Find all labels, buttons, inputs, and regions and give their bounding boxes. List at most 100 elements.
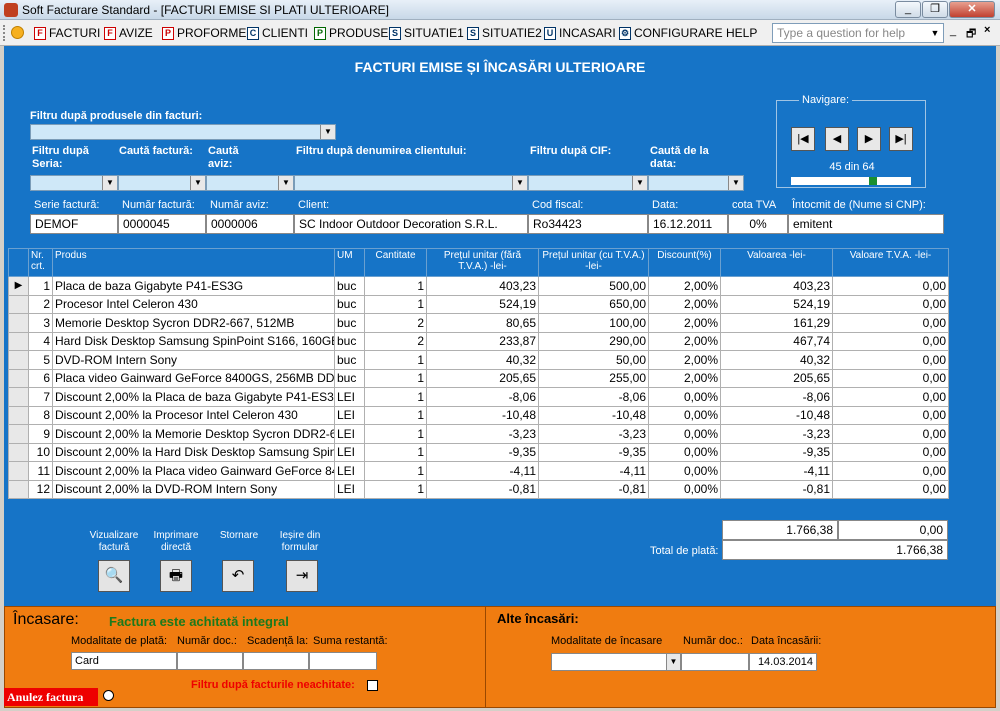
table-cell[interactable]: Discount 2,00% la Placa video Gainward G… bbox=[52, 461, 335, 481]
chevron-down-icon[interactable]: ▼ bbox=[512, 176, 527, 190]
table-cell[interactable]: 0,00 bbox=[832, 331, 949, 351]
table-cell[interactable]: 0,00% bbox=[648, 479, 721, 499]
menu-item-configurare[interactable]: ⚙ CONFIGURARE bbox=[619, 26, 723, 40]
table-cell[interactable]: 0,00 bbox=[832, 387, 949, 407]
table-row[interactable]: 5 DVD-ROM Intern Sony buc 1 40,32 50,00 2,00% 4… bbox=[8, 350, 949, 370]
table-cell[interactable]: 0,00 bbox=[832, 479, 949, 499]
menu-item-avize[interactable]: F AVIZE bbox=[104, 26, 153, 40]
date-field[interactable]: 16.12.2011 bbox=[648, 214, 728, 234]
table-cell[interactable]: 0,00% bbox=[648, 387, 721, 407]
table-cell[interactable]: buc bbox=[334, 368, 365, 388]
chevron-down-icon[interactable]: ▼ bbox=[728, 176, 743, 190]
table-cell[interactable]: 0,00 bbox=[832, 313, 949, 333]
filter-products-combo[interactable]: ▼ bbox=[30, 124, 336, 140]
table-cell[interactable]: -8,06 bbox=[538, 387, 649, 407]
table-cell[interactable]: 1 bbox=[28, 276, 53, 296]
table-cell[interactable]: Discount 2,00% la Hard Disk Desktop Sams… bbox=[52, 442, 335, 462]
table-cell[interactable]: 0,00 bbox=[832, 442, 949, 462]
table-cell[interactable]: 2 bbox=[364, 313, 427, 333]
due-field[interactable] bbox=[243, 652, 309, 670]
table-cell[interactable]: -9,35 bbox=[538, 442, 649, 462]
row-selector[interactable] bbox=[8, 387, 29, 407]
table-row[interactable]: 8 Discount 2,00% la Procesor Intel Celero… bbox=[8, 405, 949, 425]
menu-item-help[interactable]: HELP bbox=[726, 26, 757, 40]
table-cell[interactable]: 0,00 bbox=[832, 461, 949, 481]
table-cell[interactable]: 2,00% bbox=[648, 350, 721, 370]
row-selector[interactable] bbox=[8, 479, 29, 499]
table-cell[interactable]: 40,32 bbox=[720, 350, 833, 370]
table-cell[interactable]: LEI bbox=[334, 479, 365, 499]
table-cell[interactable]: 524,19 bbox=[426, 294, 539, 314]
table-row[interactable]: 6 Placa video Gainward GeForce 8400GS, 25… bbox=[8, 368, 949, 388]
table-cell[interactable]: 1 bbox=[364, 442, 427, 462]
table-cell[interactable]: 1 bbox=[364, 276, 427, 296]
table-cell[interactable]: 1 bbox=[364, 405, 427, 425]
table-cell[interactable]: buc bbox=[334, 350, 365, 370]
mdi-restore-button[interactable]: 🗗 bbox=[966, 25, 976, 44]
storno-button[interactable]: ↶ bbox=[222, 560, 254, 592]
filter-cif-combo[interactable]: ▼ bbox=[528, 175, 648, 191]
table-cell[interactable]: 10 bbox=[28, 442, 53, 462]
table-cell[interactable]: -0,81 bbox=[426, 479, 539, 499]
table-cell[interactable]: 1 bbox=[364, 294, 427, 314]
table-cell[interactable]: -10,48 bbox=[426, 405, 539, 425]
row-selector[interactable] bbox=[8, 442, 29, 462]
menu-item-incasari[interactable]: U INCASARI bbox=[544, 26, 616, 40]
table-cell[interactable]: Discount 2,00% la Memorie Desktop Sycron… bbox=[52, 424, 335, 444]
table-cell[interactable]: 4 bbox=[28, 331, 53, 351]
other-doc-field[interactable] bbox=[681, 653, 749, 671]
table-cell[interactable]: 12 bbox=[28, 479, 53, 499]
search-date-combo[interactable]: ▼ bbox=[648, 175, 744, 191]
menu-item-situatie1[interactable]: S SITUATIE1 bbox=[389, 26, 464, 40]
record-scrollbar[interactable] bbox=[791, 177, 911, 185]
search-invoice-combo[interactable]: ▼ bbox=[118, 175, 206, 191]
table-cell[interactable]: Procesor Intel Celeron 430 bbox=[52, 294, 335, 314]
table-cell[interactable]: 1 bbox=[364, 461, 427, 481]
table-cell[interactable]: 1 bbox=[364, 479, 427, 499]
chevron-down-icon[interactable]: ▼ bbox=[190, 176, 205, 190]
doc-field[interactable] bbox=[177, 652, 243, 670]
table-cell[interactable]: -3,23 bbox=[538, 424, 649, 444]
print-direct-button[interactable]: 🖶 bbox=[160, 560, 192, 592]
table-cell[interactable]: 2,00% bbox=[648, 276, 721, 296]
previous-record-button[interactable]: ◀ bbox=[825, 127, 849, 151]
row-selector[interactable] bbox=[8, 461, 29, 481]
table-cell[interactable]: buc bbox=[334, 331, 365, 351]
filter-series-combo[interactable]: ▼ bbox=[30, 175, 118, 191]
table-cell[interactable]: 0,00 bbox=[832, 294, 949, 314]
table-cell[interactable]: -8,06 bbox=[426, 387, 539, 407]
table-cell[interactable]: -4,11 bbox=[426, 461, 539, 481]
table-row[interactable]: 4 Hard Disk Desktop Samsung SpinPoint S16… bbox=[8, 331, 949, 351]
table-cell[interactable]: 161,29 bbox=[720, 313, 833, 333]
table-cell[interactable]: 403,23 bbox=[426, 276, 539, 296]
table-row[interactable]: ▶ 1 Placa de baza Gigabyte P41-ES3G buc 1 403… bbox=[8, 276, 949, 296]
cancel-radio[interactable] bbox=[103, 690, 114, 701]
table-cell[interactable]: Discount 2,00% la Procesor Intel Celeron… bbox=[52, 405, 335, 425]
table-cell[interactable]: 100,00 bbox=[538, 313, 649, 333]
close-button[interactable]: ✕ bbox=[949, 1, 995, 18]
table-cell[interactable]: 2 bbox=[28, 294, 53, 314]
number-field[interactable]: 0000045 bbox=[118, 214, 206, 234]
table-row[interactable]: 10 Discount 2,00% la Hard Disk Desktop Sa… bbox=[8, 442, 949, 462]
table-cell[interactable]: 6 bbox=[28, 368, 53, 388]
chevron-down-icon[interactable]: ▼ bbox=[666, 654, 680, 670]
minimize-button[interactable]: _ bbox=[895, 1, 921, 18]
table-cell[interactable]: 9 bbox=[28, 424, 53, 444]
table-cell[interactable]: LEI bbox=[334, 405, 365, 425]
table-cell[interactable]: 0,00% bbox=[648, 442, 721, 462]
table-cell[interactable]: LEI bbox=[334, 461, 365, 481]
next-record-button[interactable]: ▶ bbox=[857, 127, 881, 151]
table-cell[interactable]: 3 bbox=[28, 313, 53, 333]
table-cell[interactable]: 11 bbox=[28, 461, 53, 481]
table-cell[interactable]: 0,00 bbox=[832, 368, 949, 388]
table-cell[interactable]: 500,00 bbox=[538, 276, 649, 296]
table-cell[interactable]: Discount 2,00% la DVD-ROM Intern Sony bbox=[52, 479, 335, 499]
table-cell[interactable]: buc bbox=[334, 276, 365, 296]
table-cell[interactable]: 2,00% bbox=[648, 313, 721, 333]
table-cell[interactable]: 290,00 bbox=[538, 331, 649, 351]
mdi-close-button[interactable]: × bbox=[984, 24, 990, 36]
table-cell[interactable]: 50,00 bbox=[538, 350, 649, 370]
table-cell[interactable]: 524,19 bbox=[720, 294, 833, 314]
search-aviz-combo[interactable]: ▼ bbox=[206, 175, 294, 191]
vat-field[interactable]: 0% bbox=[728, 214, 788, 234]
